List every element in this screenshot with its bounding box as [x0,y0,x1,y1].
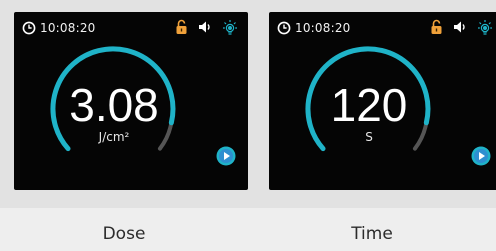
play-icon[interactable] [216,146,236,166]
time-unit: S [365,130,373,144]
play-icon[interactable] [471,146,491,166]
time-value: 120 [330,79,408,131]
dose-unit: J/cm² [98,130,130,144]
time-screen: 10:08:20 120 S [269,12,496,190]
time-panel: 10:08:20 120 S [248,0,496,208]
dose-panel: 10:08:20 3.08 J/cm² [0,0,248,208]
dose-caption: Dose [102,224,146,244]
dose-value: 3.08 [69,79,159,131]
time-caption: Time [351,224,393,244]
dose-screen: 10:08:20 3.08 J/cm² [14,12,248,190]
